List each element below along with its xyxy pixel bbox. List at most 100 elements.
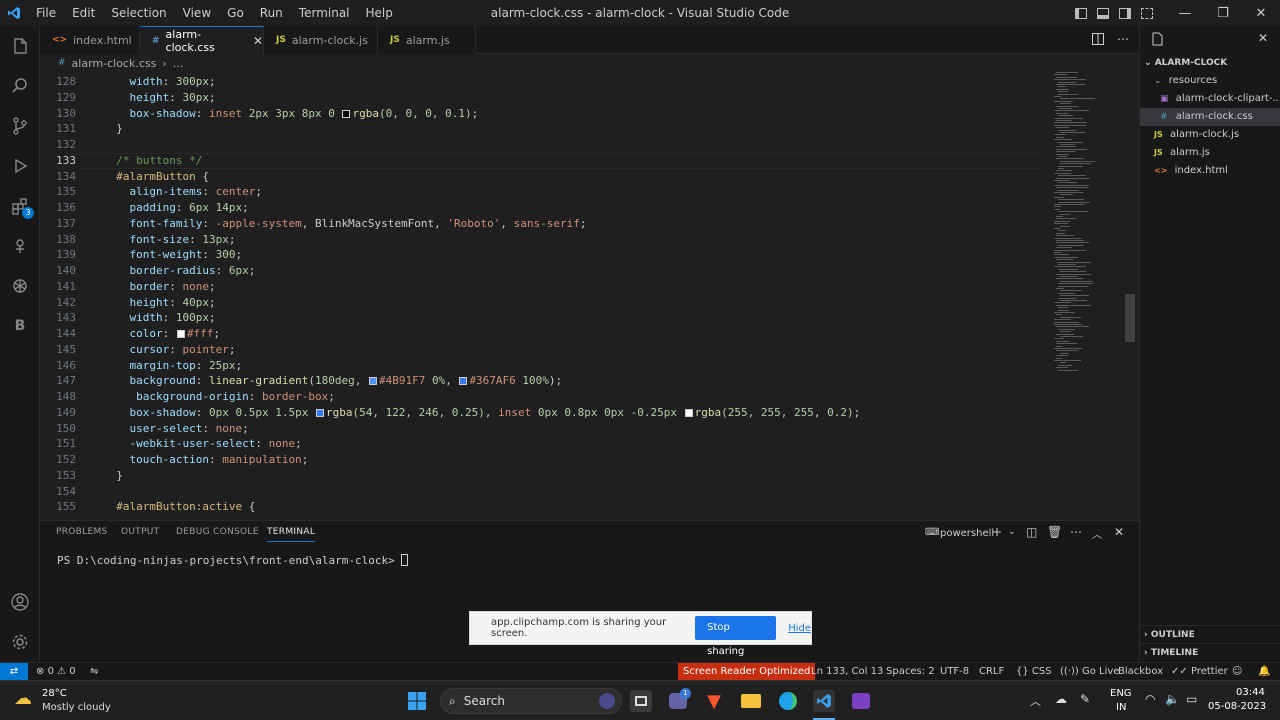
menu-terminal[interactable]: Terminal — [291, 0, 358, 26]
clock-date[interactable]: 05-08-2023 — [1208, 701, 1266, 712]
source-control-icon[interactable] — [0, 106, 40, 146]
run-debug-icon[interactable] — [0, 146, 40, 186]
menu-view[interactable]: View — [175, 0, 219, 26]
tab-debug-console[interactable]: DEBUG CONSOLE — [176, 527, 259, 537]
code-line[interactable]: 136 padding: 6px 14px; — [40, 200, 1050, 216]
file-explorer-icon[interactable] — [740, 690, 762, 712]
code-line[interactable]: 135 align-items: center; — [40, 184, 1050, 200]
extensions-icon[interactable]: 3 — [0, 186, 40, 226]
code-line[interactable]: 154 — [40, 484, 1050, 500]
language-indicator-bottom[interactable]: IN — [1116, 702, 1126, 713]
minimize-button[interactable]: — — [1166, 0, 1204, 26]
explorer-icon[interactable] — [0, 26, 40, 66]
menu-run[interactable]: Run — [252, 0, 291, 26]
volume-icon[interactable]: 🔈 — [1165, 692, 1180, 706]
teams-chat-icon[interactable]: 1 — [667, 688, 691, 712]
windows-start-icon[interactable] — [406, 690, 428, 712]
openai-icon[interactable] — [0, 266, 40, 306]
menu-go[interactable]: Go — [219, 0, 252, 26]
color-swatch-icon[interactable] — [459, 377, 468, 386]
encoding-status[interactable]: UTF-8 — [940, 663, 969, 680]
show-hidden-icons-chevron-icon[interactable]: ︿ — [1030, 693, 1041, 709]
code-line[interactable]: 151 -webkit-user-select: none; — [40, 436, 1050, 452]
color-swatch-icon[interactable] — [315, 408, 324, 417]
tab-alarm-clock-js[interactable]: JS alarm-clock.js — [264, 26, 378, 54]
go-live-button[interactable]: ((·)) Go Live — [1060, 663, 1119, 680]
code-line[interactable]: 128 width: 300px; — [40, 74, 1050, 90]
breadcrumb-rest[interactable]: ... — [173, 57, 184, 70]
pen-menu-icon[interactable]: ✎ — [1080, 692, 1090, 706]
maximize-panel-icon[interactable]: ︿ — [1092, 526, 1102, 541]
cursor-position[interactable]: Ln 133, Col 13 — [811, 663, 883, 680]
code-line[interactable]: 141 border: none; — [40, 279, 1050, 295]
code-line[interactable]: 137 font-family: -apple-system, BlinkMac… — [40, 216, 1050, 232]
code-line[interactable]: 152 touch-action: manipulation; — [40, 452, 1050, 468]
code-line[interactable]: 130 box-shadow: inset 2px 3px 8px 0 rgba… — [40, 106, 1050, 122]
close-panel-icon[interactable]: ✕ — [1114, 525, 1124, 539]
tab-alarm-clock-css[interactable]: # alarm-clock.css ✕ — [140, 26, 264, 54]
close-tab-icon[interactable]: ✕ — [253, 34, 263, 48]
timeline-section[interactable]: › TIMELINE — [1140, 643, 1280, 661]
code-line[interactable]: 133 /* buttons */ — [40, 153, 1050, 169]
minimap[interactable] — [1050, 72, 1130, 520]
prettier-status[interactable]: ✓✓ Prettier — [1171, 663, 1228, 680]
code-line[interactable]: 143 width: 100px; — [40, 310, 1050, 326]
code-line[interactable]: 146 margin-top: 25px; — [40, 358, 1050, 374]
code-line[interactable]: 148 background-origin: border-box; — [40, 389, 1050, 405]
taskbar-search-box[interactable]: ⌕ Search — [440, 688, 622, 714]
file-item-alarm-js[interactable]: JS alarm.js — [1140, 144, 1280, 162]
menu-file[interactable]: File — [28, 0, 64, 26]
search-icon[interactable] — [0, 66, 40, 106]
stop-sharing-button[interactable]: Stop sharing — [695, 616, 777, 657]
menu-edit[interactable]: Edit — [64, 0, 103, 26]
breadcrumb-file[interactable]: alarm-clock.css — [72, 57, 157, 70]
account-icon[interactable] — [0, 582, 40, 622]
color-swatch-icon[interactable] — [176, 330, 185, 338]
editor-scrollbar[interactable] — [1125, 294, 1135, 342]
problems-status[interactable]: ⊗ 0 ⚠ 0 — [36, 663, 76, 680]
close-window-button[interactable]: ✕ — [1242, 0, 1280, 26]
tab-output[interactable]: OUTPUT — [121, 527, 159, 537]
code-line[interactable]: 147 background: linear-gradient(180deg, … — [40, 373, 1050, 389]
color-swatch-icon[interactable] — [684, 408, 693, 417]
code-line[interactable]: 153 } — [40, 468, 1050, 484]
code-line[interactable]: 129 height: 30px; — [40, 90, 1050, 106]
blackbox-icon[interactable]: B — [0, 306, 40, 346]
tab-index-html[interactable]: <> index.html — [40, 26, 140, 54]
wifi-icon[interactable]: ◠ — [1145, 692, 1155, 706]
file-item-index-html[interactable]: <> index.html — [1140, 162, 1280, 180]
screen-reader-status[interactable]: Screen Reader Optimized — [678, 663, 816, 680]
explorer-root[interactable]: ⌄ ALARM-CLOCK — [1140, 54, 1280, 72]
weather-desc[interactable]: Mostly cloudy — [42, 702, 111, 713]
tab-terminal[interactable]: TERMINAL — [267, 527, 316, 542]
brave-browser-icon[interactable]: ▼ — [703, 690, 725, 712]
panel-more-icon[interactable]: ⋯ — [1070, 525, 1082, 539]
vscode-taskbar-icon[interactable] — [813, 690, 835, 712]
clock-time[interactable]: 03:44 — [1236, 687, 1265, 698]
code-line[interactable]: 142 height: 40px; — [40, 295, 1050, 311]
file-item-clipart[interactable]: ▣ alarm-clock-clipart-... — [1140, 90, 1280, 108]
notifications-bell-icon[interactable]: 🔔 — [1258, 663, 1270, 680]
toggle-secondary-sidebar-icon[interactable] — [1114, 0, 1136, 26]
code-line[interactable]: 132 — [40, 137, 1050, 153]
customize-layout-icon[interactable] — [1136, 0, 1158, 26]
menu-selection[interactable]: Selection — [103, 0, 174, 26]
indentation-status[interactable]: Spaces: 2 — [886, 663, 935, 680]
color-swatch-icon[interactable] — [368, 377, 377, 386]
testing-icon[interactable] — [0, 226, 40, 266]
outline-section[interactable]: › OUTLINE — [1140, 625, 1280, 643]
more-actions-icon[interactable]: ⋯ — [1117, 32, 1129, 46]
toggle-panel-icon[interactable] — [1092, 0, 1114, 26]
code-line[interactable]: 155 #alarmButton:active { — [40, 499, 1050, 515]
code-line[interactable]: 150 user-select: none; — [40, 421, 1050, 437]
close-sidebar-icon[interactable]: ✕ — [1258, 31, 1268, 45]
hide-share-bar-link[interactable]: Hide — [788, 623, 811, 634]
feedback-icon[interactable]: ☺ — [1232, 663, 1242, 680]
kill-terminal-icon[interactable]: 🗑 — [1047, 525, 1062, 539]
color-swatch-icon[interactable] — [342, 109, 351, 118]
maximize-button[interactable]: ❐ — [1204, 0, 1242, 26]
terminal-shell-name[interactable]: powershell — [940, 528, 994, 539]
terminal-dropdown-icon[interactable]: ⌄ — [1008, 527, 1016, 537]
file-item-alarm-clock-css[interactable]: # alarm-clock.css — [1140, 108, 1280, 126]
onedrive-cloud-icon[interactable]: ☁ — [1055, 692, 1067, 706]
